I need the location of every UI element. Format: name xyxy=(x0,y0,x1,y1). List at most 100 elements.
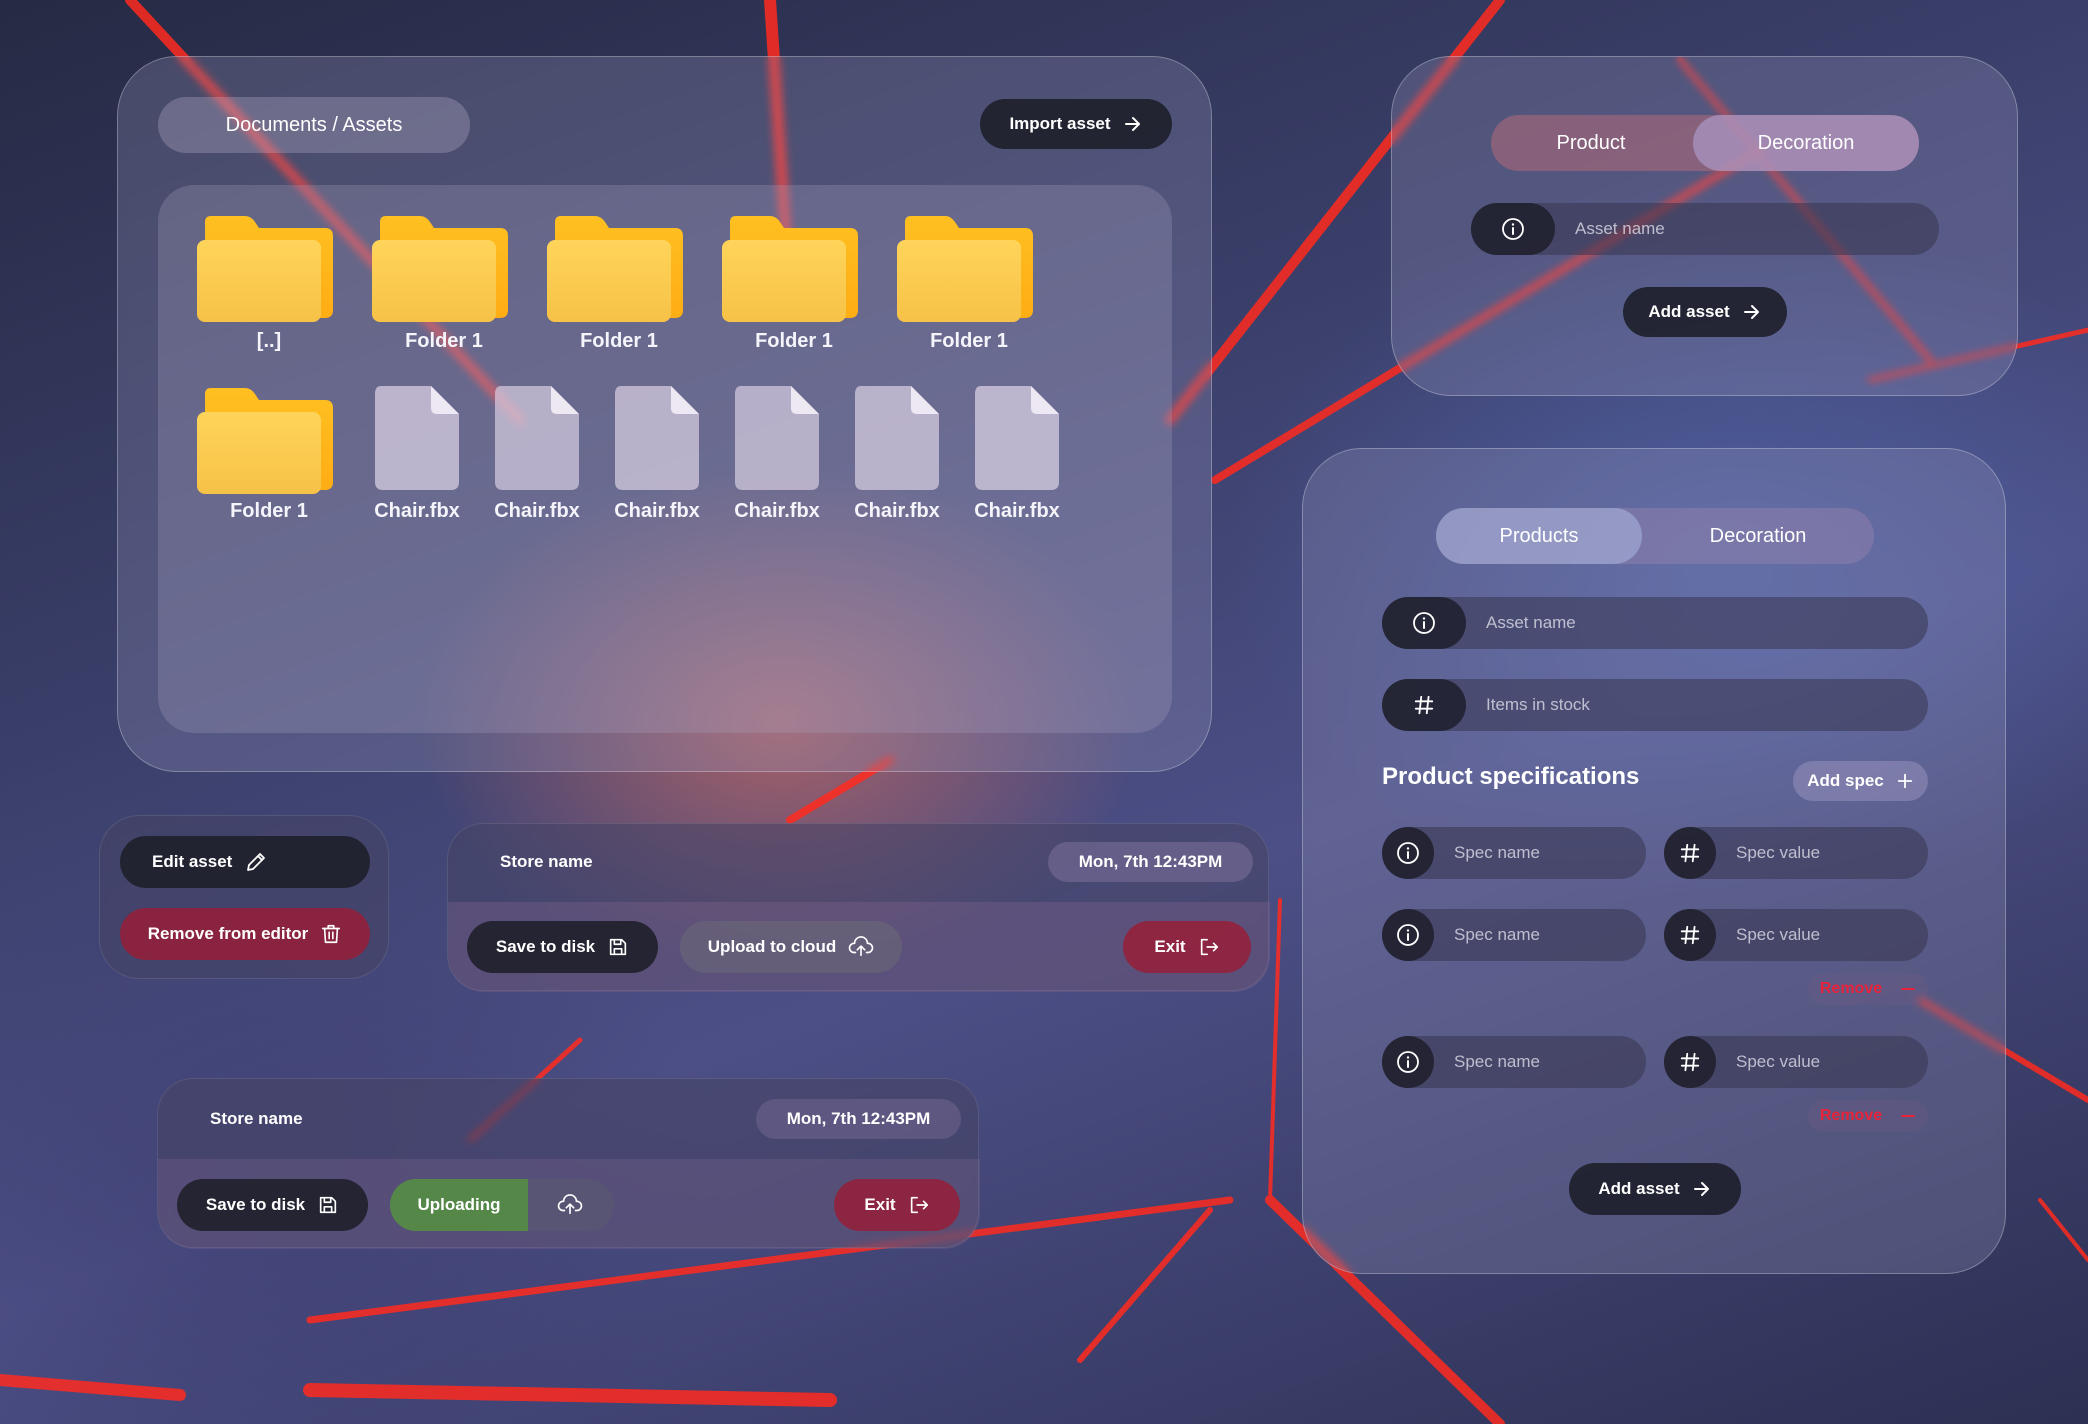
file-item[interactable]: Chair.fbx xyxy=(974,386,1060,526)
file-icon xyxy=(855,386,939,490)
asset-name-placeholder: Asset name xyxy=(1486,613,1576,632)
edit-asset-button[interactable]: Edit asset xyxy=(120,836,370,888)
uploading-label: Uploading xyxy=(417,1195,501,1214)
asset-name-placeholder: Asset name xyxy=(1575,219,1665,238)
folder-label: Folder 1 xyxy=(930,330,1008,352)
minus-icon xyxy=(1901,1115,1916,1117)
save-to-disk-label: Save to disk xyxy=(205,1195,306,1214)
upload-progress: Uploading xyxy=(390,1179,614,1231)
arrow-right-icon xyxy=(1124,117,1140,131)
save-icon xyxy=(609,938,627,956)
tab-switcher: Product Decoration xyxy=(1491,115,1919,171)
spec-name-field[interactable]: Spec name xyxy=(1382,827,1646,879)
file-icon xyxy=(975,386,1059,490)
remove-label: Remove xyxy=(1819,980,1883,997)
add-asset-button[interactable]: Add asset xyxy=(1623,287,1787,337)
edit-asset-label: Edit asset xyxy=(152,852,233,871)
tab-decoration[interactable]: Decoration xyxy=(1642,508,1874,564)
timestamp-text: Mon, 7th 12:43PM xyxy=(786,1109,931,1128)
trash-icon xyxy=(322,924,341,944)
plus-icon xyxy=(1897,773,1912,789)
section-title: Product specifications xyxy=(1382,763,1640,790)
spec-name-field[interactable]: Spec name xyxy=(1382,1036,1646,1088)
remove-spec-button[interactable]: Remove xyxy=(1808,1100,1928,1132)
folder-item[interactable]: Folder 1 xyxy=(897,214,1043,364)
exit-icon xyxy=(910,1196,928,1214)
arrow-right-icon xyxy=(1693,1182,1709,1196)
hash-icon-box xyxy=(1664,1036,1716,1088)
spec-value-placeholder: Spec value xyxy=(1736,925,1821,944)
add-spec-button[interactable]: Add spec xyxy=(1793,761,1928,801)
file-icon xyxy=(615,386,699,490)
import-asset-label: Import asset xyxy=(1009,114,1111,133)
info-icon xyxy=(1502,218,1524,240)
spec-name-field[interactable]: Spec name xyxy=(1382,909,1646,961)
folder-item[interactable]: Folder 1 xyxy=(197,386,343,536)
save-to-disk-label: Save to disk xyxy=(495,937,596,956)
hash-icon-box xyxy=(1382,679,1466,731)
tab-product[interactable]: Product xyxy=(1491,115,1691,171)
info-icon xyxy=(1397,1051,1419,1073)
exit-button[interactable]: Exit xyxy=(834,1179,960,1231)
file-item[interactable]: Chair.fbx xyxy=(614,386,700,526)
import-asset-button[interactable]: Import asset xyxy=(980,99,1172,149)
file-item[interactable]: Chair.fbx xyxy=(494,386,580,526)
exit-label: Exit xyxy=(864,1195,896,1214)
remove-spec-button[interactable]: Remove xyxy=(1808,973,1928,1005)
hash-icon xyxy=(1680,1052,1700,1072)
upload-to-cloud-button[interactable]: Upload to cloud xyxy=(680,921,902,973)
remove-from-editor-button[interactable]: Remove from editor xyxy=(120,908,370,960)
folder-label: Folder 1 xyxy=(580,330,658,352)
tab-decoration-label: Decoration xyxy=(1709,524,1807,547)
hash-icon-box xyxy=(1664,909,1716,961)
file-item[interactable]: Chair.fbx xyxy=(734,386,820,526)
spec-value-field[interactable]: Spec value xyxy=(1664,1036,1928,1088)
folder-item[interactable]: Folder 1 xyxy=(547,214,693,364)
hash-icon xyxy=(1680,925,1700,945)
add-asset-button[interactable]: Add asset xyxy=(1569,1163,1741,1215)
spec-name-placeholder: Spec name xyxy=(1454,925,1540,944)
remove-from-editor-label: Remove from editor xyxy=(147,924,309,943)
tab-products[interactable]: Products xyxy=(1436,508,1642,564)
folder-icon xyxy=(897,216,1033,322)
edit-panel: Edit asset Remove from editor xyxy=(99,815,389,979)
items-in-stock-field[interactable]: Items in stock xyxy=(1382,679,1928,731)
spec-value-placeholder: Spec value xyxy=(1736,843,1821,862)
exit-label: Exit xyxy=(1154,937,1186,956)
add-asset-label: Add asset xyxy=(1648,302,1730,321)
asset-name-field[interactable]: Asset name xyxy=(1471,203,1939,255)
info-icon xyxy=(1397,924,1419,946)
tab-decoration[interactable]: Decoration xyxy=(1693,115,1919,171)
folder-label: [..] xyxy=(256,330,282,352)
info-icon-box xyxy=(1471,203,1555,255)
remove-label: Remove xyxy=(1819,1107,1883,1124)
timestamp-text: Mon, 7th 12:43PM xyxy=(1078,852,1223,871)
breadcrumb[interactable]: Documents / Assets xyxy=(158,97,470,153)
folder-icon xyxy=(197,216,333,322)
spec-value-field[interactable]: Spec value xyxy=(1664,827,1928,879)
folder-item[interactable]: Folder 1 xyxy=(722,214,868,364)
folder-item[interactable]: Folder 1 xyxy=(372,214,518,364)
save-to-disk-button[interactable]: Save to disk xyxy=(177,1179,368,1231)
spec-value-field[interactable]: Spec value xyxy=(1664,909,1928,961)
info-icon xyxy=(1397,842,1419,864)
store-bar-2: Store name Mon, 7th 12:43PM Save to disk… xyxy=(157,1078,980,1249)
info-icon-box xyxy=(1382,597,1466,649)
folder-label: Folder 1 xyxy=(755,330,833,352)
save-to-disk-button[interactable]: Save to disk xyxy=(467,921,658,973)
tab-switcher: Products Decoration xyxy=(1436,508,1874,564)
folder-item[interactable]: [..] xyxy=(197,214,343,364)
folder-icon xyxy=(722,216,858,322)
store-bar-1: Store name Mon, 7th 12:43PM Save to disk… xyxy=(447,823,1270,992)
file-item[interactable]: Chair.fbx xyxy=(854,386,940,526)
folder-label: Folder 1 xyxy=(405,330,483,352)
info-icon xyxy=(1413,612,1435,634)
timestamp-badge: Mon, 7th 12:43PM xyxy=(1048,842,1253,882)
cloud-upload-icon xyxy=(848,936,874,957)
asset-form-panel: Product Decoration Asset name Add asset xyxy=(1391,56,2018,396)
folder-label: Folder 1 xyxy=(230,500,308,522)
exit-button[interactable]: Exit xyxy=(1123,921,1251,973)
file-item[interactable]: Chair.fbx xyxy=(374,386,460,526)
upload-to-cloud-label: Upload to cloud xyxy=(707,937,837,956)
asset-name-field[interactable]: Asset name xyxy=(1382,597,1928,649)
